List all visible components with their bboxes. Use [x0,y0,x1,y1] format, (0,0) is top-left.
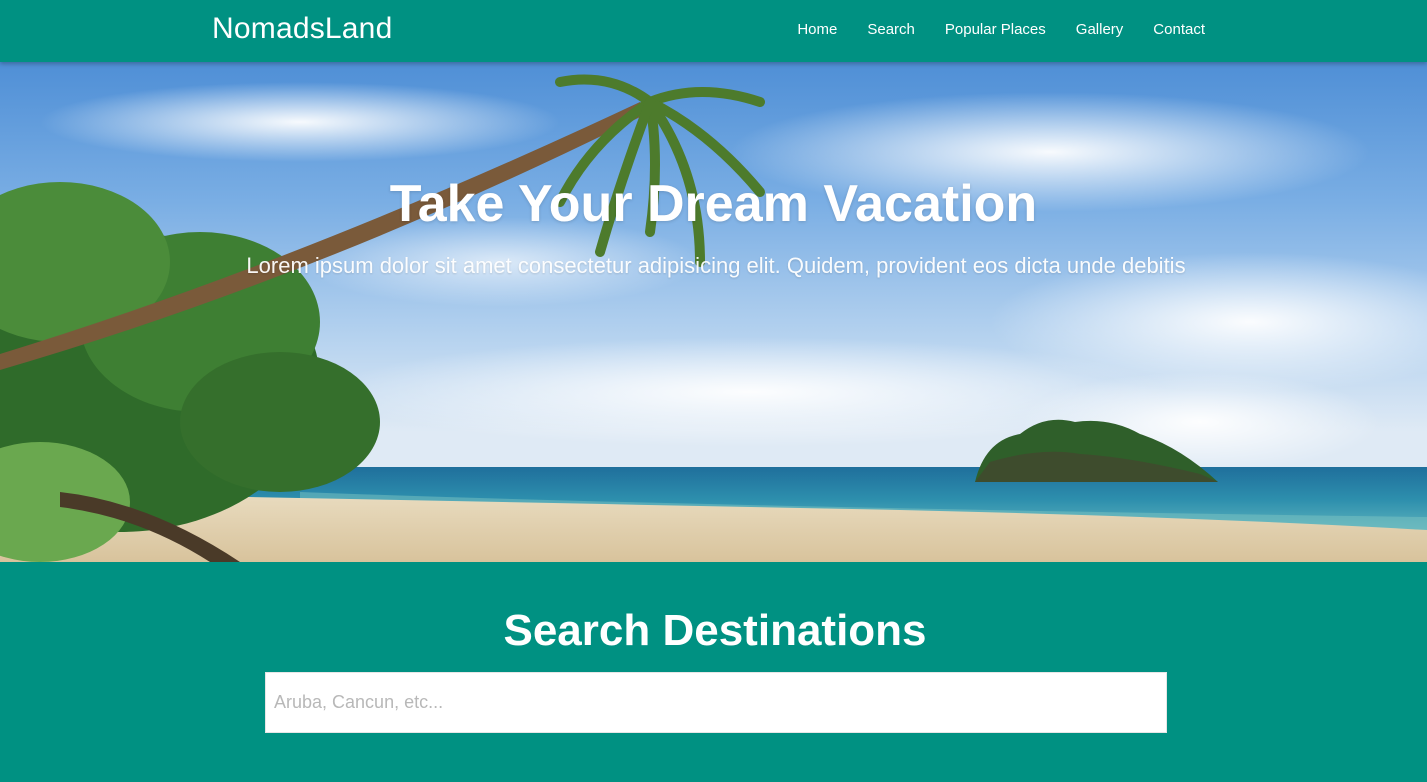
hero-subtitle: Lorem ipsum dolor sit amet consectetur a… [246,253,1186,278]
brand-logo[interactable]: NomadsLand [212,12,392,46]
destination-search-input[interactable] [265,672,1167,733]
nav-link-contact[interactable]: Contact [1153,21,1205,38]
hero-section: Take Your Dream Vacation Lorem ipsum dol… [0,62,1427,562]
nav-link-home[interactable]: Home [797,21,837,38]
hero-beach-illustration [0,74,1427,562]
nav-links: Home Search Popular Places Gallery Conta… [767,21,1205,38]
nav-link-popular-places[interactable]: Popular Places [945,21,1046,38]
hero-title: Take Your Dream Vacation [389,175,1038,233]
nav-link-gallery[interactable]: Gallery [1076,21,1124,38]
search-title: Search Destinations [503,606,927,655]
nav-link-search[interactable]: Search [867,21,915,38]
search-section: Search Destinations [0,562,1427,782]
navbar: NomadsLand Home Search Popular Places Ga… [0,0,1427,62]
